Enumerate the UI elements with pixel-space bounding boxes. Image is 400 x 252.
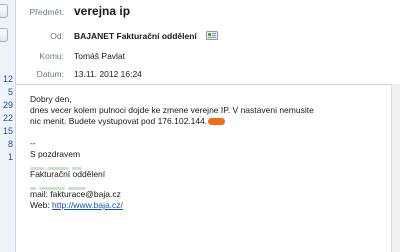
date-number[interactable]: 22 xyxy=(0,112,14,125)
email-viewer: 12 5 29 22 15 8 1 Předmět: verejna ip Od… xyxy=(0,0,400,252)
signature-dashes: -- xyxy=(30,138,36,148)
web-link[interactable]: http://www.baja.cz/ xyxy=(52,200,123,210)
message-header: Předmět: verejna ip Od: BAJANET Fakturač… xyxy=(16,0,400,84)
subject-label: Předmět: xyxy=(29,7,65,17)
department-text: Fakturační oddělení xyxy=(30,169,106,179)
to-value[interactable]: Tomáš Pavlat xyxy=(74,51,125,61)
left-panel-button[interactable] xyxy=(0,28,8,42)
from-label: Od: xyxy=(50,31,64,41)
date-number[interactable]: 8 xyxy=(0,138,14,151)
ip-text: nic menit. Budete vystupovat pod 176.102… xyxy=(30,116,208,126)
calendar-date-list: 12 5 29 22 15 8 1 xyxy=(0,73,14,164)
web-line: Web: http://www.baja.cz/ xyxy=(30,200,390,211)
date-number[interactable]: 15 xyxy=(0,125,14,138)
date-number[interactable]: 1 xyxy=(0,151,14,164)
subject-value: verejna ip xyxy=(74,4,131,18)
body-line-ip: nic menit. Budete vystupovat pod 176.102… xyxy=(30,116,390,127)
header-divider xyxy=(16,84,400,85)
message-scrollbar[interactable] xyxy=(391,84,400,252)
closing-text: S pozdravem xyxy=(30,149,81,159)
date-number[interactable]: 12 xyxy=(0,73,14,86)
date-number[interactable]: 29 xyxy=(0,99,14,112)
body-line: dnes vecer kolem pulnoci dojde ke zmene … xyxy=(30,105,314,115)
mail-text: mail: fakturace@baja.cz xyxy=(30,189,121,199)
from-value[interactable]: BAJANET Fakturační oddělení xyxy=(74,31,197,41)
message-list-panel: 12 5 29 22 15 8 1 xyxy=(0,0,16,252)
date-number[interactable]: 5 xyxy=(0,86,14,99)
web-label: Web: xyxy=(30,200,53,210)
to-label: Komu: xyxy=(39,51,64,61)
date-value: 13.11. 2012 16:24 xyxy=(74,69,142,79)
greeting-text: Dobry den, xyxy=(30,94,72,104)
message-body: Dobry den, dnes vecer kolem pulnoci dojd… xyxy=(30,94,390,211)
contact-card-icon[interactable] xyxy=(206,30,218,40)
date-label: Datum: xyxy=(36,69,64,79)
left-panel-button[interactable] xyxy=(0,4,8,18)
redaction-mark xyxy=(208,118,226,125)
